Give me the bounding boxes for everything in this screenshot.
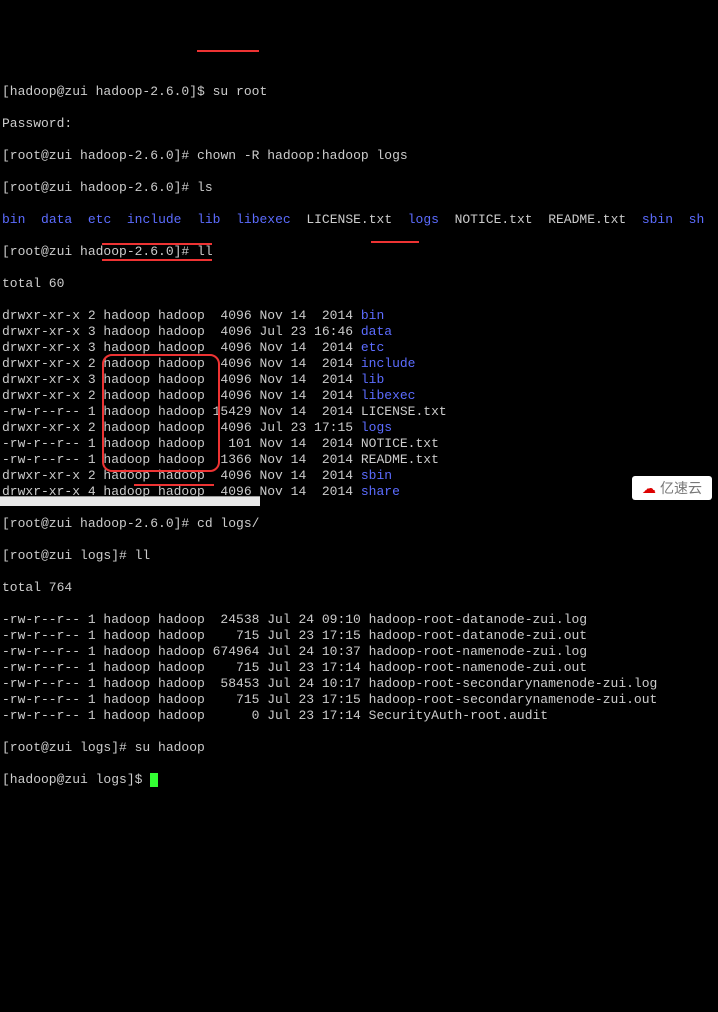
ll-perms: -rw-r--r-- 1 hadoop hadoop 58453 Jul 24 … <box>2 676 369 691</box>
ll-name: README.txt <box>361 452 439 467</box>
ll-name: SecurityAuth-root.audit <box>369 708 548 723</box>
ll-perms: -rw-r--r-- 1 hadoop hadoop 0 Jul 23 17:1… <box>2 708 369 723</box>
ls-item-lib: lib <box>197 212 220 227</box>
terminal-line: total 764 <box>2 580 716 596</box>
terminal-line: Password: <box>2 116 716 132</box>
ll-perms: drwxr-xr-x 3 hadoop hadoop 4096 Jul 23 1… <box>2 324 361 339</box>
ll-row: drwxr-xr-x 2 hadoop hadoop 4096 Nov 14 2… <box>2 468 716 484</box>
ll-row: drwxr-xr-x 2 hadoop hadoop 4096 Jul 23 1… <box>2 420 716 436</box>
terminal-line: [hadoop@zui logs]$ <box>2 772 716 788</box>
ll-perms: -rw-r--r-- 1 hadoop hadoop 715 Jul 23 17… <box>2 692 369 707</box>
ll-perms: -rw-r--r-- 1 hadoop hadoop 715 Jul 23 17… <box>2 628 369 643</box>
terminal-line: [root@zui hadoop-2.6.0]# cd logs/ <box>2 516 716 532</box>
watermark-text: 亿速云 <box>660 480 702 496</box>
ls-item-sbin: sbin <box>642 212 673 227</box>
ls-item-notice: NOTICE.txt <box>455 212 533 227</box>
cloud-icon: ☁ <box>642 480 656 496</box>
ll-perms: -rw-r--r-- 1 hadoop hadoop 101 Nov 14 20… <box>2 436 361 451</box>
ll-perms: -rw-r--r-- 1 hadoop hadoop 674964 Jul 24… <box>2 644 369 659</box>
ll-row: -rw-r--r-- 1 hadoop hadoop 0 Jul 23 17:1… <box>2 708 716 724</box>
terminal-line: [root@zui hadoop-2.6.0]# chown -R hadoop… <box>2 148 716 164</box>
ls-item-readme: README.txt <box>548 212 626 227</box>
ll-name: libexec <box>361 388 416 403</box>
ll-row: -rw-r--r-- 1 hadoop hadoop 715 Jul 23 17… <box>2 660 716 676</box>
ls-item-license: LICENSE.txt <box>306 212 392 227</box>
ll-logs-output: -rw-r--r-- 1 hadoop hadoop 24538 Jul 24 … <box>2 612 716 724</box>
ll-perms: drwxr-xr-x 2 hadoop hadoop 4096 Nov 14 2… <box>2 308 361 323</box>
terminal-line: [root@zui logs]# su hadoop <box>2 740 716 756</box>
ll-perms: drwxr-xr-x 2 hadoop hadoop 4096 Nov 14 2… <box>2 468 361 483</box>
terminal-line: [root@zui logs]# ll <box>2 548 716 564</box>
ll-name: bin <box>361 308 384 323</box>
annotation-underline-chown <box>197 50 259 52</box>
ll-perms: -rw-r--r-- 1 hadoop hadoop 1366 Nov 14 2… <box>2 452 361 467</box>
terminal-output[interactable]: [hadoop@zui hadoop-2.6.0]$ su root Passw… <box>0 64 718 808</box>
ls-item-etc: etc <box>88 212 111 227</box>
cursor-icon <box>150 773 158 787</box>
ll-name: share <box>361 484 400 499</box>
ll-row: -rw-r--r-- 1 hadoop hadoop 101 Nov 14 20… <box>2 436 716 452</box>
ll-row: drwxr-xr-x 2 hadoop hadoop 4096 Nov 14 2… <box>2 388 716 404</box>
ls-output: bin data etc include lib libexec LICENSE… <box>2 212 716 228</box>
ll-perms: -rw-r--r-- 1 hadoop hadoop 15429 Nov 14 … <box>2 404 361 419</box>
ll-output: drwxr-xr-x 2 hadoop hadoop 4096 Nov 14 2… <box>2 308 716 500</box>
ll-perms: -rw-r--r-- 1 hadoop hadoop 715 Jul 23 17… <box>2 660 369 675</box>
ll-name: LICENSE.txt <box>361 404 447 419</box>
ll-name: sbin <box>361 468 392 483</box>
ls-item-bin: bin <box>2 212 25 227</box>
ll-row: -rw-r--r-- 1 hadoop hadoop 715 Jul 23 17… <box>2 692 716 708</box>
ll-name: hadoop-root-secondarynamenode-zui.log <box>369 676 658 691</box>
ll-perms: -rw-r--r-- 1 hadoop hadoop 24538 Jul 24 … <box>2 612 369 627</box>
ll-row: -rw-r--r-- 1 hadoop hadoop 1366 Nov 14 2… <box>2 452 716 468</box>
ll-name: logs <box>361 420 392 435</box>
ll-row: drwxr-xr-x 3 hadoop hadoop 4096 Nov 14 2… <box>2 340 716 356</box>
ll-name: data <box>361 324 392 339</box>
ls-item-logs: logs <box>408 212 439 227</box>
ll-name: etc <box>361 340 384 355</box>
ll-row: -rw-r--r-- 1 hadoop hadoop 24538 Jul 24 … <box>2 612 716 628</box>
ls-item-libexec: libexec <box>236 212 291 227</box>
ls-item-share: sh <box>689 212 705 227</box>
ll-name: hadoop-root-namenode-zui.log <box>369 644 587 659</box>
terminal-line: [root@zui hadoop-2.6.0]# ll <box>2 244 716 260</box>
ll-name: hadoop-root-secondarynamenode-zui.out <box>369 692 658 707</box>
ll-name: include <box>361 356 416 371</box>
terminal-line: total 60 <box>2 276 716 292</box>
ll-row: -rw-r--r-- 1 hadoop hadoop 674964 Jul 24… <box>2 644 716 660</box>
prompt: [hadoop@zui logs]$ <box>2 772 150 787</box>
ll-row: drwxr-xr-x 2 hadoop hadoop 4096 Nov 14 2… <box>2 308 716 324</box>
ll-row: -rw-r--r-- 1 hadoop hadoop 15429 Nov 14 … <box>2 404 716 420</box>
terminal-line: [hadoop@zui hadoop-2.6.0]$ su root <box>2 84 716 100</box>
ls-item-include: include <box>127 212 182 227</box>
ll-row: -rw-r--r-- 1 hadoop hadoop 715 Jul 23 17… <box>2 628 716 644</box>
ll-perms: drwxr-xr-x 2 hadoop hadoop 4096 Jul 23 1… <box>2 420 361 435</box>
ll-perms: drwxr-xr-x 3 hadoop hadoop 4096 Nov 14 2… <box>2 340 361 355</box>
ll-row: -rw-r--r-- 1 hadoop hadoop 58453 Jul 24 … <box>2 676 716 692</box>
command-chown: chown -R hadoop:hadoop logs <box>197 148 408 163</box>
ll-name: hadoop-root-datanode-zui.out <box>369 628 587 643</box>
ll-perms: drwxr-xr-x 4 hadoop hadoop 4096 Nov 14 2… <box>2 484 361 499</box>
ll-perms: drwxr-xr-x 2 hadoop hadoop 4096 Nov 14 2… <box>2 388 361 403</box>
ll-row: drwxr-xr-x 4 hadoop hadoop 4096 Nov 14 2… <box>2 484 716 500</box>
ll-perms: drwxr-xr-x 3 hadoop hadoop 4096 Nov 14 2… <box>2 372 361 387</box>
prompt: [root@zui hadoop-2.6.0]# <box>2 148 197 163</box>
ll-name: lib <box>361 372 384 387</box>
ll-name: hadoop-root-namenode-zui.out <box>369 660 587 675</box>
ll-name: NOTICE.txt <box>361 436 439 451</box>
ll-row: drwxr-xr-x 2 hadoop hadoop 4096 Nov 14 2… <box>2 356 716 372</box>
watermark-badge: ☁ 亿速云 <box>632 476 712 500</box>
ll-name: hadoop-root-datanode-zui.log <box>369 612 587 627</box>
ll-perms: drwxr-xr-x 2 hadoop hadoop 4096 Nov 14 2… <box>2 356 361 371</box>
ll-row: drwxr-xr-x 3 hadoop hadoop 4096 Nov 14 2… <box>2 372 716 388</box>
ls-item-data: data <box>41 212 72 227</box>
terminal-line: [root@zui hadoop-2.6.0]# ls <box>2 180 716 196</box>
ll-row: drwxr-xr-x 3 hadoop hadoop 4096 Jul 23 1… <box>2 324 716 340</box>
